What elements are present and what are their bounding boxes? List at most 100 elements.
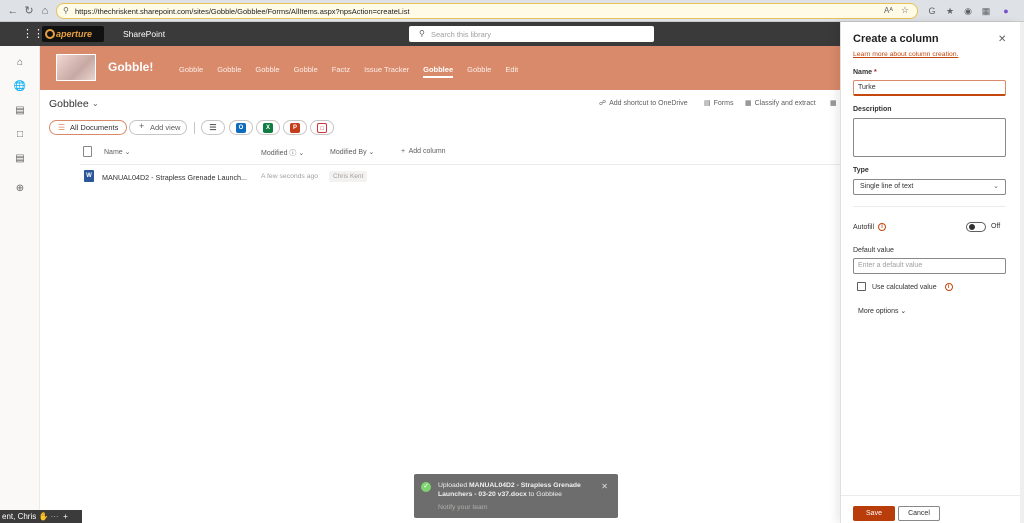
name-label-text: Name bbox=[853, 69, 873, 76]
more-icon[interactable]: ⋯ bbox=[51, 512, 59, 521]
home-icon[interactable]: ⌂ bbox=[38, 4, 52, 18]
outlook-button[interactable]: O bbox=[229, 120, 253, 135]
home-icon[interactable]: ⌂ bbox=[13, 56, 27, 70]
site-title[interactable]: Gobble! bbox=[108, 60, 153, 74]
globe-icon[interactable]: 🌐 bbox=[13, 80, 27, 94]
library-title[interactable]: Gobblee bbox=[49, 98, 89, 110]
view-all-documents[interactable]: ☰ All Documents bbox=[49, 120, 127, 135]
create-column-panel: Create a column ✕ Learn more about colum… bbox=[840, 22, 1021, 523]
autofill-state: Off bbox=[991, 223, 1001, 230]
copilot-icon[interactable]: ◉ bbox=[962, 5, 974, 17]
default-value-label: Default value bbox=[853, 247, 894, 254]
site-nav-item[interactable]: Gobblee bbox=[423, 65, 454, 78]
favorites-icon[interactable]: ★ bbox=[944, 5, 956, 17]
add-view-label: Add view bbox=[150, 123, 181, 132]
site-nav-item[interactable]: Factz bbox=[332, 65, 350, 78]
info-icon[interactable]: i bbox=[944, 283, 953, 291]
checkmark-icon: ✓ bbox=[421, 482, 431, 492]
autofill-label-text: Autofill bbox=[853, 223, 875, 231]
site-nav-item[interactable]: Gobble bbox=[467, 65, 491, 78]
notify-team-link[interactable]: Notify your team bbox=[438, 504, 487, 511]
close-icon[interactable]: ✕ bbox=[601, 482, 608, 491]
outlook-icon: O bbox=[236, 123, 246, 133]
powerpoint-button[interactable]: P bbox=[283, 120, 307, 135]
excel-button[interactable]: X bbox=[256, 120, 280, 135]
file-type-column-icon[interactable] bbox=[83, 146, 92, 157]
extensions-icon[interactable]: ▦ bbox=[980, 5, 992, 17]
column-name[interactable]: Name ⌄ bbox=[104, 148, 131, 156]
app-rail: ⌂ 🌐 ▤ □ ▤ ⊕ bbox=[0, 46, 40, 523]
extension-g-icon[interactable]: G bbox=[926, 5, 938, 17]
chevron-down-icon: ⌄ bbox=[298, 150, 305, 157]
plus-icon[interactable]: + bbox=[61, 512, 68, 521]
site-header: Gobble! Gobble Gobble Gobble Gobble Factz Iss… bbox=[40, 46, 840, 90]
excel-icon: X bbox=[263, 123, 273, 133]
name-field[interactable]: Turke bbox=[853, 80, 1006, 96]
autofill-toggle[interactable] bbox=[966, 222, 986, 232]
required-mark: * bbox=[874, 69, 877, 76]
site-nav-item[interactable]: Edit bbox=[505, 65, 518, 78]
toast-message: Uploaded MANUAL04D2 - Strapless Grenade … bbox=[438, 481, 598, 499]
more-commands-icon[interactable]: ▦ bbox=[830, 99, 837, 107]
pdf-button[interactable]: □ bbox=[310, 120, 334, 135]
app-name[interactable]: SharePoint bbox=[123, 29, 165, 39]
info-icon[interactable]: i bbox=[878, 223, 887, 231]
add-view-button[interactable]: + Add view bbox=[129, 120, 187, 135]
table-row[interactable]: W MANUAL04D2 - Strapless Grenade Launch.… bbox=[80, 168, 840, 186]
suite-bar: ⋮⋮ aperture SharePoint ⚲ Search this lib… bbox=[0, 22, 840, 46]
org-logo[interactable]: aperture bbox=[42, 26, 104, 42]
favorite-star-icon[interactable]: ☆ bbox=[901, 5, 909, 16]
create-icon[interactable]: ⊕ bbox=[13, 182, 27, 196]
view-all-label: All Documents bbox=[70, 123, 119, 132]
filter-button[interactable]: ☰ bbox=[201, 120, 225, 135]
read-aloud-icon[interactable]: Aᴬ bbox=[884, 6, 893, 15]
forms-command[interactable]: ▤ Forms bbox=[704, 99, 733, 107]
site-nav-item[interactable]: Gobble bbox=[255, 65, 279, 78]
shortcut-icon: ☍ bbox=[599, 100, 607, 107]
chevron-down-icon[interactable]: ⌄ bbox=[92, 99, 99, 108]
add-shortcut-label: Add shortcut to OneDrive bbox=[609, 100, 688, 107]
lists-icon[interactable]: ▤ bbox=[13, 152, 27, 166]
profile-icon[interactable]: ● bbox=[1000, 5, 1012, 17]
column-modified-by-label: Modified By bbox=[330, 149, 367, 156]
site-nav-item[interactable]: Gobble bbox=[217, 65, 241, 78]
file-name[interactable]: MANUAL04D2 - Strapless Grenade Launch... bbox=[102, 173, 247, 182]
refresh-icon[interactable]: ↻ bbox=[22, 4, 36, 18]
window-edge bbox=[1020, 22, 1024, 523]
divider bbox=[194, 122, 195, 134]
chevron-down-icon: ⌄ bbox=[124, 149, 131, 156]
learn-more-link[interactable]: Learn more about column creation. bbox=[853, 51, 958, 58]
modified-value: A few seconds ago bbox=[261, 173, 319, 180]
site-nav-item[interactable]: Gobble bbox=[294, 65, 318, 78]
default-value-field[interactable]: Enter a default value bbox=[853, 258, 1006, 274]
news-icon[interactable]: ▤ bbox=[13, 104, 27, 118]
logo-text: aperture bbox=[56, 29, 93, 39]
description-field[interactable] bbox=[853, 118, 1006, 157]
app-launcher-icon[interactable]: ⋮⋮ bbox=[22, 28, 44, 40]
cancel-button[interactable]: Cancel bbox=[898, 506, 940, 521]
library-content: Gobblee ⌄ ☍ Add shortcut to OneDrive ▤ For… bbox=[40, 90, 840, 523]
back-icon[interactable]: ← bbox=[6, 4, 20, 18]
site-nav-item[interactable]: Gobble bbox=[179, 65, 203, 78]
filter-icon: ☰ bbox=[209, 123, 217, 132]
add-shortcut-command[interactable]: ☍ Add shortcut to OneDrive bbox=[599, 99, 688, 107]
address-bar[interactable]: ⚲ https://thechriskent.sharepoint.com/si… bbox=[56, 3, 918, 19]
column-modified-by[interactable]: Modified By ⌄ bbox=[330, 148, 374, 156]
more-options-toggle[interactable]: More options ⌄ bbox=[858, 307, 906, 315]
plus-icon: + bbox=[139, 121, 145, 131]
add-column-button[interactable]: + Add column bbox=[401, 148, 446, 155]
files-icon[interactable]: □ bbox=[13, 128, 27, 142]
address-url[interactable]: https://thechriskent.sharepoint.com/site… bbox=[75, 7, 410, 16]
calculated-value-checkbox[interactable] bbox=[857, 282, 866, 291]
search-box[interactable]: ⚲ Search this library bbox=[409, 26, 654, 42]
column-modified[interactable]: Modified ⓘ ⌄ bbox=[261, 148, 304, 158]
classify-command[interactable]: ▦ Classify and extract bbox=[745, 99, 816, 107]
toggle-knob bbox=[969, 224, 975, 230]
site-logo[interactable] bbox=[56, 54, 96, 81]
close-icon[interactable]: ✕ bbox=[998, 34, 1006, 45]
site-nav-item[interactable]: Issue Tracker bbox=[364, 65, 409, 78]
save-button[interactable]: Save bbox=[853, 506, 895, 521]
modified-by-value[interactable]: Chris Kent bbox=[329, 171, 368, 182]
presence-bar[interactable]: ent, Chris ✋ ⋯ + bbox=[0, 510, 82, 523]
type-select[interactable]: Single line of text ⌄ bbox=[853, 179, 1006, 195]
